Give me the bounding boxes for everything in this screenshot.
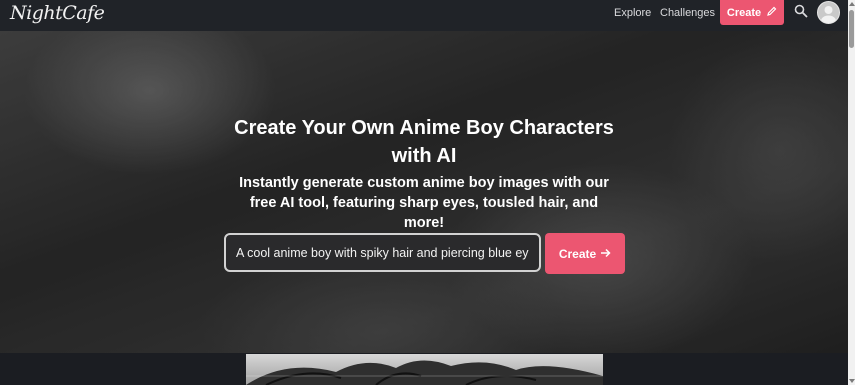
hero-subtitle: Instantly generate custom anime boy imag…	[239, 175, 609, 231]
hero-create-label: Create	[558, 246, 597, 261]
prompt-input[interactable]	[224, 233, 541, 272]
search-button[interactable]	[792, 3, 810, 21]
scroll-down-arrow-icon[interactable]	[849, 379, 855, 383]
nav-challenges-link[interactable]: Challenges	[660, 0, 715, 27]
nightcafe-logo[interactable]: NightCafe	[10, 0, 105, 28]
nav-create-button[interactable]: Create	[720, 0, 784, 25]
user-avatar-icon	[821, 6, 836, 23]
nav-create-label: Create	[726, 6, 762, 19]
scrollbar-thumb[interactable]	[849, 10, 854, 48]
anime-boy-preview-image[interactable]	[246, 354, 603, 385]
pencil-icon	[767, 6, 777, 19]
hero-title: Create Your Own Anime Boy Characters wit…	[234, 117, 614, 167]
top-navbar: NightCafe Explore Challenges Create	[0, 0, 848, 31]
nav-explore-link[interactable]: Explore	[614, 0, 651, 27]
arrow-right-icon	[600, 247, 611, 261]
hero-create-button[interactable]: Create	[545, 233, 625, 274]
scroll-up-arrow-icon[interactable]	[849, 2, 855, 6]
search-icon	[794, 4, 808, 21]
user-avatar[interactable]	[817, 1, 840, 24]
page-scrollbar[interactable]	[848, 0, 855, 385]
hair-sketch-icon	[246, 360, 603, 385]
hero-section: Create Your Own Anime Boy Characters wit…	[0, 31, 848, 353]
